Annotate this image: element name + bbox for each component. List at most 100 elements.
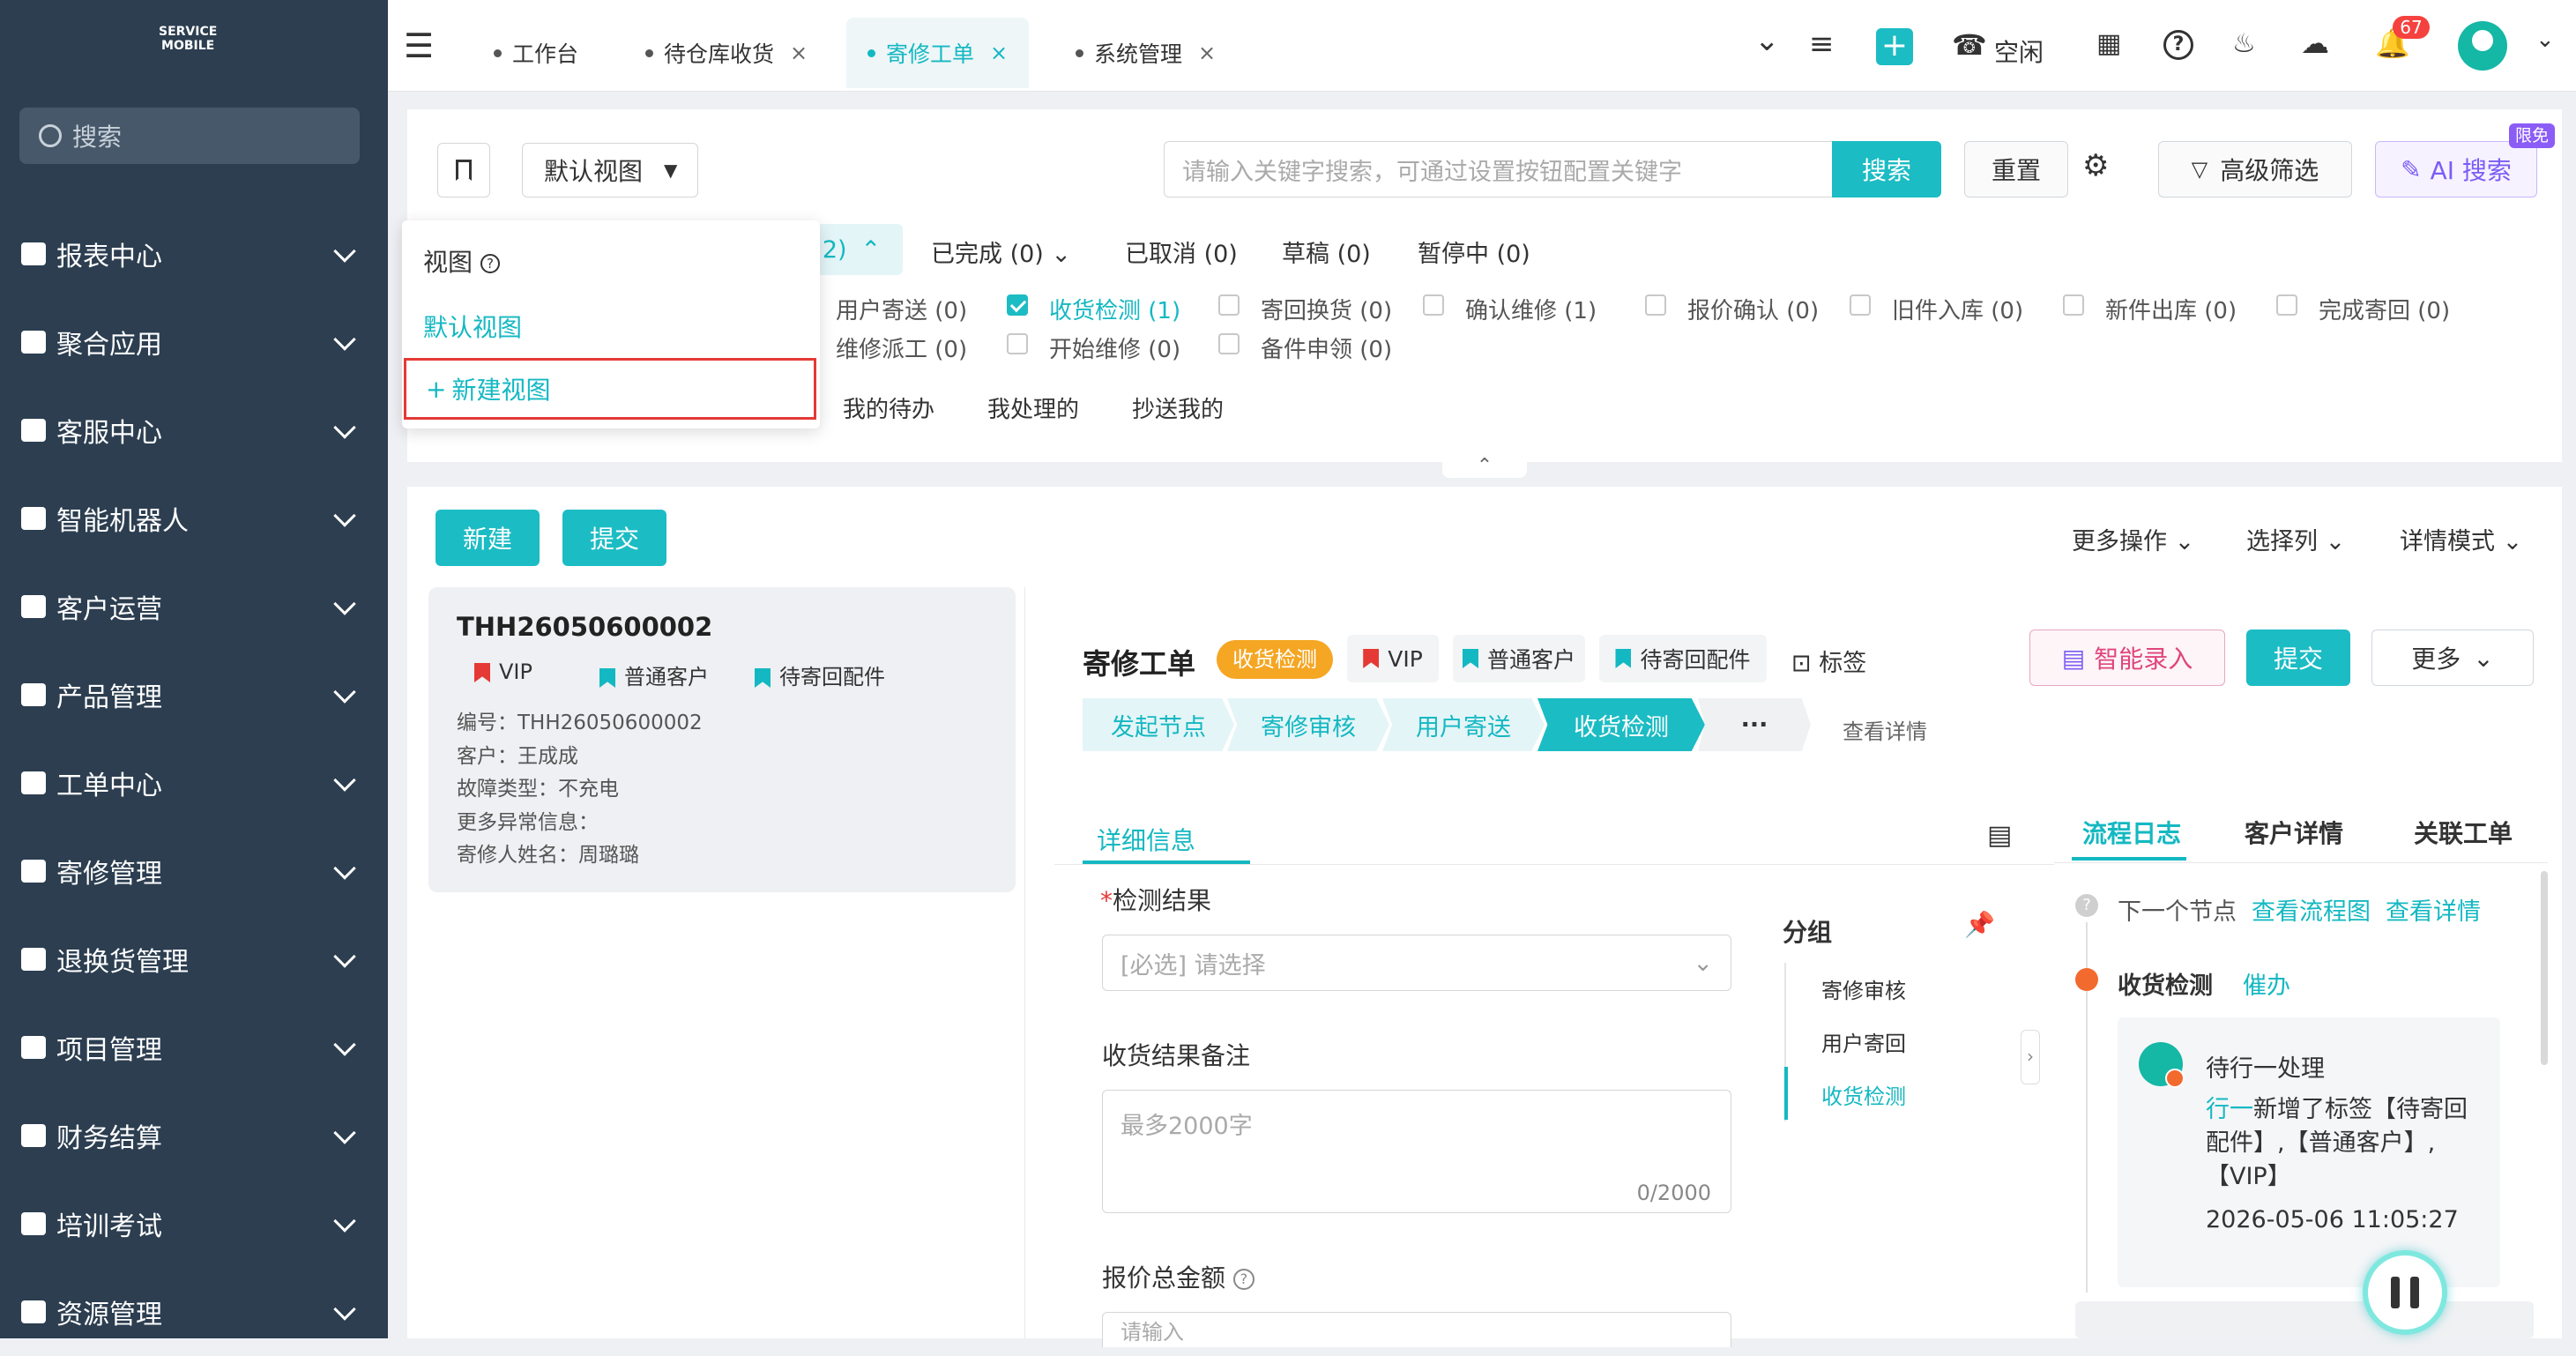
sidebar-item-11[interactable]: 培训考试 bbox=[0, 1180, 388, 1268]
contact-icon bbox=[21, 595, 46, 618]
order-card[interactable]: THH26050600002 VIP 普通客户 待寄回配件 编号：THH2605… bbox=[428, 587, 1016, 892]
tab-flow-log[interactable]: 流程日志 bbox=[2082, 815, 2181, 850]
view-flowchart-link[interactable]: 查看流程图 bbox=[2252, 892, 2371, 927]
more-operations-dropdown[interactable]: 更多操作 ⌄ bbox=[2072, 522, 2194, 556]
detail-mode-dropdown[interactable]: 详情模式 ⌄ bbox=[2400, 522, 2522, 556]
tab-repair-order[interactable]: 寄修工单 × bbox=[846, 18, 1030, 88]
tab-workbench[interactable]: 工作台 bbox=[494, 18, 578, 88]
detail-submit-button[interactable]: 提交 bbox=[2246, 630, 2350, 686]
layout-icon[interactable]: ▤ bbox=[1987, 820, 2012, 851]
result-select[interactable]: [必选] 请选择 ⌄ bbox=[1102, 935, 1731, 991]
checkbox[interactable] bbox=[1218, 294, 1240, 316]
total-amount-input[interactable]: 请输入 bbox=[1102, 1312, 1731, 1347]
ai-search-button[interactable]: ✎ AI 搜索 bbox=[2375, 141, 2537, 197]
cloud-download-icon[interactable]: ☁ bbox=[2301, 26, 2329, 60]
sidebar-item-1[interactable]: 聚合应用 bbox=[0, 298, 388, 386]
tab-detail-info[interactable]: 详细信息 bbox=[1097, 822, 1195, 857]
status-tab-cancelled[interactable]: 已取消 (0) bbox=[1125, 235, 1238, 269]
add-icon[interactable]: + bbox=[1876, 28, 1913, 65]
step-initiate[interactable]: 发起节点 bbox=[1083, 698, 1234, 751]
checkbox[interactable] bbox=[1007, 333, 1028, 354]
tab-system-management[interactable]: 系统管理 × bbox=[1076, 18, 1216, 88]
sidebar-item-5[interactable]: 产品管理 bbox=[0, 651, 388, 739]
menu-collapse-icon[interactable]: ☰ bbox=[404, 26, 434, 65]
remark-textarea[interactable]: 最多2000字 0/2000 bbox=[1102, 1090, 1731, 1213]
checkbox[interactable] bbox=[1645, 294, 1666, 316]
phone-icon[interactable]: ☎ bbox=[1952, 28, 1987, 62]
chevron-down-icon bbox=[333, 416, 356, 439]
keyword-search-input[interactable]: 请输入关键字搜索，可通过设置按钮配置关键字 bbox=[1164, 141, 1835, 197]
pause-button[interactable] bbox=[2363, 1250, 2447, 1335]
close-icon[interactable]: × bbox=[990, 41, 1008, 65]
gear-icon[interactable]: ⚙ bbox=[2082, 148, 2109, 183]
flag-icon bbox=[474, 663, 490, 682]
help-icon[interactable]: ? bbox=[2163, 30, 2193, 60]
tag-normal-customer: 普通客户 bbox=[1453, 635, 1585, 682]
urge-link[interactable]: 催办 bbox=[2243, 966, 2290, 1001]
checkbox[interactable] bbox=[2063, 294, 2084, 316]
submit-button[interactable]: 提交 bbox=[562, 510, 666, 566]
checkbox[interactable] bbox=[1850, 294, 1871, 316]
group-item-receipt-inspection[interactable]: 收货检测 bbox=[1821, 1079, 1906, 1110]
sidebar-item-2[interactable]: 客服中心 bbox=[0, 386, 388, 474]
step-more[interactable]: ··· bbox=[1698, 698, 1811, 751]
chevron-down-icon bbox=[333, 681, 356, 704]
step-user-send[interactable]: 用户寄送 bbox=[1382, 698, 1545, 751]
log-user: 待行一处理 bbox=[2206, 1055, 2325, 1083]
scope-tab-my-todo[interactable]: 我的待办 bbox=[843, 391, 934, 424]
tab-related-orders[interactable]: 关联工单 bbox=[2414, 815, 2513, 850]
sidebar-search-input[interactable]: 搜索 bbox=[19, 108, 360, 164]
sidebar-item-10[interactable]: 财务结算 bbox=[0, 1092, 388, 1180]
sidebar-item-4[interactable]: 客户运营 bbox=[0, 563, 388, 651]
sidebar-item-9[interactable]: 项目管理 bbox=[0, 1003, 388, 1092]
chevron-down-icon[interactable]: ⌄ bbox=[1754, 23, 1780, 58]
new-button[interactable]: 新建 bbox=[436, 510, 540, 566]
sidebar-item-12[interactable]: 资源管理 bbox=[0, 1268, 388, 1356]
group-item-user-return[interactable]: 用户寄回 bbox=[1821, 1026, 1906, 1057]
scope-tab-cc[interactable]: 抄送我的 bbox=[1132, 391, 1224, 424]
checkbox[interactable] bbox=[1218, 333, 1240, 354]
fire-icon[interactable]: ♨ bbox=[2232, 28, 2256, 59]
step-repair-review[interactable]: 寄修审核 bbox=[1227, 698, 1389, 751]
sidebar-item-6[interactable]: 工单中心 bbox=[0, 739, 388, 827]
tab-warehouse-receipt[interactable]: 待仓库收货 × bbox=[645, 18, 808, 88]
view-option-default[interactable]: 默认视图 bbox=[423, 309, 522, 344]
chevron-down-icon[interactable]: ⌄ bbox=[2535, 26, 2555, 53]
new-view-button[interactable]: + 新建视图 bbox=[404, 358, 816, 420]
scope-tab-handled[interactable]: 我处理的 bbox=[987, 391, 1079, 424]
view-select[interactable]: 默认视图 ▼ bbox=[522, 143, 698, 197]
close-icon[interactable]: × bbox=[790, 41, 808, 65]
agent-status[interactable]: 空闲 bbox=[1994, 34, 2044, 69]
sidebar-item-8[interactable]: 退换货管理 bbox=[0, 915, 388, 1003]
close-icon[interactable]: × bbox=[1198, 41, 1216, 65]
group-item-repair-review[interactable]: 寄修审核 bbox=[1821, 973, 1906, 1004]
list-icon[interactable]: ≡ bbox=[1809, 26, 1835, 62]
sidebar-item-0[interactable]: 报表中心 bbox=[0, 210, 388, 298]
pin-icon[interactable]: 📌 bbox=[1964, 910, 1995, 939]
checkbox[interactable] bbox=[1423, 294, 1444, 316]
calendar-icon[interactable]: ▦ bbox=[2096, 28, 2121, 59]
view-details-link[interactable]: 查看详情 bbox=[1843, 714, 1927, 745]
smart-entry-button[interactable]: ▤ 智能录入 bbox=[2029, 630, 2225, 686]
bookmark-icon[interactable] bbox=[437, 143, 490, 197]
tag-button[interactable]: ⊡ 标签 bbox=[1791, 644, 1866, 678]
advanced-filter-button[interactable]: ▽ 高级筛选 bbox=[2158, 141, 2352, 197]
panel-expand-icon[interactable]: › bbox=[2021, 1030, 2040, 1084]
more-button[interactable]: 更多 ⌄ bbox=[2371, 630, 2534, 686]
collapse-filter-icon[interactable]: ⌃ bbox=[1442, 455, 1527, 478]
reset-button[interactable]: 重置 bbox=[1964, 141, 2068, 197]
status-tab-completed[interactable]: 已完成 (0) ⌄ bbox=[931, 235, 1071, 269]
magic-wand-icon: ✎ bbox=[2401, 154, 2422, 184]
view-detail-link[interactable]: 查看详情 bbox=[2386, 892, 2481, 927]
step-receipt-inspection[interactable]: 收货检测 bbox=[1537, 698, 1705, 751]
tab-customer-detail[interactable]: 客户详情 bbox=[2245, 815, 2343, 850]
status-tab-paused[interactable]: 暂停中 (0) bbox=[1418, 235, 1530, 269]
checkbox[interactable] bbox=[2276, 294, 2297, 316]
status-tab-draft[interactable]: 草稿 (0) bbox=[1282, 235, 1371, 269]
select-columns-dropdown[interactable]: 选择列 ⌄ bbox=[2246, 522, 2345, 556]
sidebar-item-7[interactable]: 寄修管理 bbox=[0, 827, 388, 915]
sidebar-item-3[interactable]: 智能机器人 bbox=[0, 474, 388, 563]
checkbox[interactable] bbox=[1007, 294, 1028, 316]
avatar[interactable] bbox=[2458, 21, 2507, 71]
search-button[interactable]: 搜索 bbox=[1832, 141, 1941, 197]
